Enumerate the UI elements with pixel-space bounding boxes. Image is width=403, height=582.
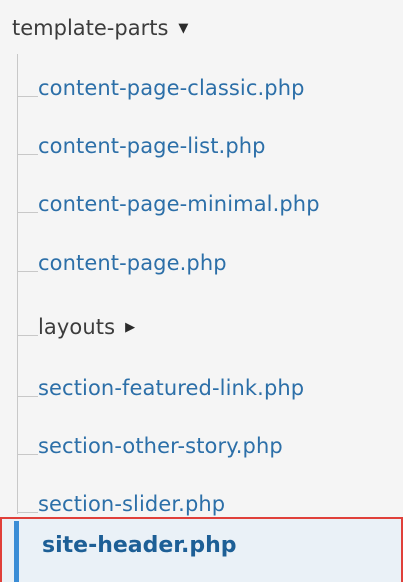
file-content-page-classic[interactable]: content-page-classic.php <box>18 68 305 108</box>
selection-indicator <box>14 521 19 582</box>
file-label[interactable]: content-page-minimal.php <box>38 192 320 216</box>
folder-template-parts[interactable]: template-parts ▼ <box>12 10 188 46</box>
caret-down-icon[interactable]: ▼ <box>178 21 188 36</box>
file-content-page-minimal[interactable]: content-page-minimal.php <box>18 184 320 224</box>
folder-label[interactable]: layouts <box>38 315 115 339</box>
tree-branch-line <box>18 511 38 513</box>
tree-branch-line <box>18 453 38 455</box>
tree-branch-line <box>18 334 38 336</box>
file-section-other-story[interactable]: section-other-story.php <box>18 426 283 466</box>
selected-file-label[interactable]: site-header.php <box>42 533 237 558</box>
file-label[interactable]: content-page-classic.php <box>38 76 305 100</box>
file-label[interactable]: section-other-story.php <box>38 434 283 458</box>
tree-branch-line <box>18 270 38 272</box>
file-tree: template-parts ▼ content-page-classic.ph… <box>0 0 403 582</box>
caret-right-icon[interactable]: ▶ <box>125 320 135 335</box>
tree-branch-line <box>18 395 38 397</box>
file-label[interactable]: section-featured-link.php <box>38 376 304 400</box>
file-label[interactable]: content-page.php <box>38 251 227 275</box>
selected-file-row[interactable]: site-header.php <box>0 517 403 582</box>
file-section-featured-link[interactable]: section-featured-link.php <box>18 368 304 408</box>
file-content-page-list[interactable]: content-page-list.php <box>18 126 266 166</box>
tree-branch-line <box>18 95 38 97</box>
file-content-page[interactable]: content-page.php <box>18 243 227 283</box>
tree-branch-line <box>18 153 38 155</box>
file-label[interactable]: section-slider.php <box>38 492 225 516</box>
folder-layouts[interactable]: layouts ▶ <box>18 307 135 347</box>
folder-label: template-parts <box>12 16 169 40</box>
tree-branch-line <box>18 211 38 213</box>
file-label[interactable]: content-page-list.php <box>38 134 266 158</box>
